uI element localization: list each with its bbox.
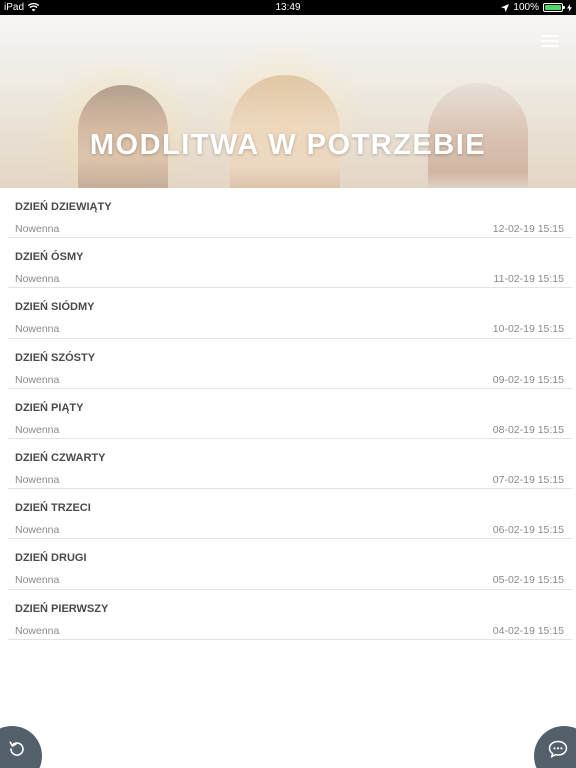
list-item[interactable]: DZIEŃ PIĄTY Nowenna 08-02-19 15:15: [8, 389, 572, 439]
list-item[interactable]: DZIEŃ TRZECI Nowenna 06-02-19 15:15: [8, 489, 572, 540]
item-date: 05-02-19 15:15: [492, 574, 564, 587]
item-date: 12-02-19 15:15: [492, 223, 564, 235]
item-category: Nowenna: [15, 624, 60, 637]
status-right: 100%: [501, 0, 572, 15]
list-item[interactable]: DZIEŃ PIERWSZY Nowenna 04-02-19 15:15: [8, 590, 572, 640]
list-item[interactable]: DZIEŃ SIÓDMY Nowenna 10-02-19 15:15: [8, 288, 572, 339]
item-category: Nowenna: [15, 524, 60, 537]
item-title: DZIEŃ PIERWSZY: [15, 602, 109, 615]
battery-icon: [543, 3, 565, 12]
status-time: 13:49: [275, 2, 301, 13]
item-date: 06-02-19 15:15: [492, 524, 564, 537]
item-date: 11-02-19 15:15: [493, 273, 564, 286]
item-title: DZIEŃ CZWARTY: [15, 451, 106, 464]
refresh-icon: [9, 741, 24, 756]
battery-level: [545, 5, 561, 10]
item-category: Nowenna: [15, 223, 60, 235]
item-title: DZIEŃ ÓSMY: [15, 251, 84, 264]
header-banner: MODLITWA W POTRZEBIE: [0, 15, 576, 188]
item-category: Nowenna: [15, 574, 60, 587]
item-title: DZIEŃ SZÓSTY: [15, 351, 96, 364]
item-date: 09-02-19 15:15: [492, 373, 564, 386]
refresh-button[interactable]: [0, 726, 42, 768]
item-date: 10-02-19 15:15: [492, 323, 564, 336]
item-title: DZIEŃ TRZECI: [15, 502, 91, 515]
item-date: 04-02-19 15:15: [492, 624, 564, 637]
location-arrow-icon: [501, 3, 510, 12]
list-item[interactable]: DZIEŃ SZÓSTY Nowenna 09-02-19 15:15: [8, 339, 572, 389]
battery-percent: 100%: [513, 2, 539, 13]
charging-bolt-icon: [567, 3, 572, 12]
hamburger-menu-icon[interactable]: [541, 35, 559, 49]
item-category: Nowenna: [15, 373, 60, 386]
item-date: 08-02-19 15:15: [492, 423, 564, 436]
item-category: Nowenna: [15, 423, 60, 436]
item-date: 07-02-19 15:15: [492, 473, 564, 486]
list-item[interactable]: DZIEŃ DRUGI Nowenna 05-02-19 15:15: [8, 539, 572, 590]
item-title: DZIEŃ DRUGI: [15, 552, 87, 565]
status-bar: iPad 13:49 100%: [0, 0, 576, 15]
list-item[interactable]: DZIEŃ CZWARTY Nowenna 07-02-19 15:15: [8, 439, 572, 490]
prayer-list: DZIEŃ DZIEWIĄTY Nowenna 12-02-19 15:15 D…: [8, 188, 572, 640]
item-category: Nowenna: [15, 273, 60, 286]
item-category: Nowenna: [15, 323, 60, 336]
list-item[interactable]: DZIEŃ ÓSMY Nowenna 11-02-19 15:15: [8, 238, 572, 289]
chat-bubble-icon: [548, 740, 568, 758]
item-title: DZIEŃ PIĄTY: [15, 401, 84, 414]
item-category: Nowenna: [15, 473, 60, 486]
item-title: DZIEŃ SIÓDMY: [15, 301, 95, 314]
page-title: MODLITWA W POTRZEBIE: [89, 129, 487, 161]
item-title: DZIEŃ DZIEWIĄTY: [15, 201, 112, 213]
list-item[interactable]: DZIEŃ DZIEWIĄTY Nowenna 12-02-19 15:15: [8, 188, 572, 239]
chat-button[interactable]: [534, 726, 576, 768]
banner-overlay: [0, 15, 576, 188]
